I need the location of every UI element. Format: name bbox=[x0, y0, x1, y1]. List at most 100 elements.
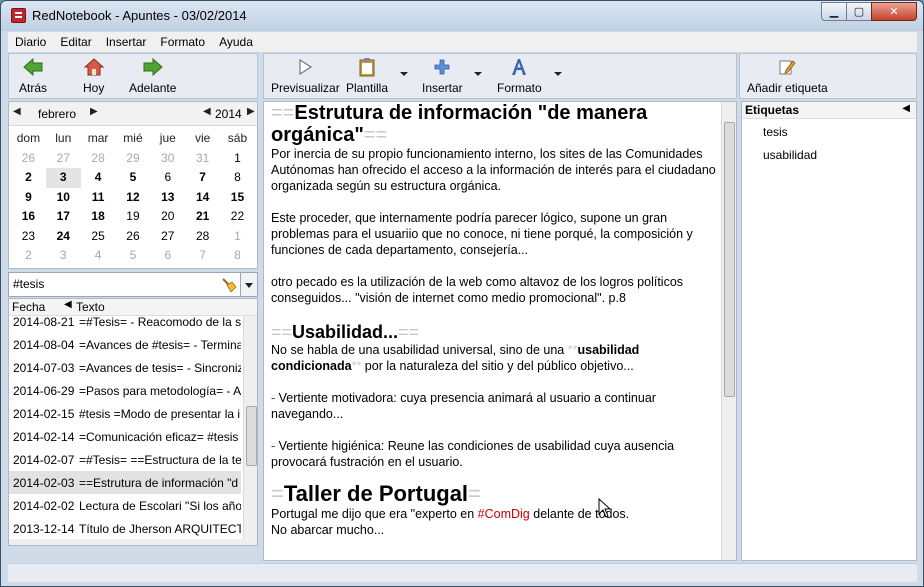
minimize-button[interactable]: ▁ bbox=[821, 2, 847, 21]
back-button[interactable]: Atrás bbox=[19, 56, 47, 95]
menu-formato[interactable]: Formato bbox=[153, 35, 212, 49]
calendar-day[interactable]: 9 bbox=[11, 188, 46, 208]
result-text: Título de Jherson ARQUITECTU bbox=[79, 521, 241, 536]
calendar-day[interactable]: 28 bbox=[185, 227, 220, 247]
results-hscrollbar[interactable] bbox=[9, 539, 257, 545]
result-row[interactable]: 2014-08-04 =Avances de #tesis= - Termina bbox=[9, 333, 241, 356]
paragraph-3: otro pecado es la utilización de la web … bbox=[271, 275, 684, 305]
result-row[interactable]: 2014-07-03 =Avances de tesis= - Sincroniz bbox=[9, 356, 241, 379]
tags-panel: Etiquetas ◀ tesis usabilidad bbox=[741, 101, 917, 561]
calendar-day[interactable]: 2 bbox=[11, 246, 46, 266]
calendar-day[interactable]: 6 bbox=[150, 246, 185, 266]
calendar-day[interactable]: 7 bbox=[185, 168, 220, 188]
tag-item[interactable]: usabilidad bbox=[763, 148, 817, 162]
editor-content[interactable]: ==Estrutura de información "de manera or… bbox=[271, 102, 716, 538]
prev-month-icon[interactable]: ◀ bbox=[13, 106, 21, 117]
calendar-day[interactable]: 3 bbox=[45, 168, 81, 188]
calendar-day[interactable]: 4 bbox=[81, 246, 116, 266]
result-row[interactable]: 2014-02-03 ==Estrutura de información "d bbox=[9, 471, 241, 494]
result-row[interactable]: 2014-02-02 Lectura de Escolari "Si los añ… bbox=[9, 494, 241, 517]
results-scrollbar[interactable] bbox=[243, 316, 257, 541]
tag-item[interactable]: tesis bbox=[763, 125, 788, 139]
mouse-cursor-icon bbox=[598, 498, 612, 518]
calendar-day[interactable]: 25 bbox=[81, 227, 116, 247]
insert-button[interactable]: Insertar bbox=[422, 56, 463, 95]
broom-clear-icon[interactable] bbox=[221, 277, 237, 293]
calendar-day[interactable]: 26 bbox=[11, 149, 46, 169]
editor-scroll-thumb[interactable] bbox=[724, 122, 735, 397]
search-input[interactable] bbox=[13, 277, 213, 291]
close-button[interactable]: ✕ bbox=[871, 2, 917, 21]
calendar-day[interactable]: 19 bbox=[116, 207, 151, 227]
result-row[interactable]: 2014-02-14 =Comunicación eficaz= #tesis bbox=[9, 425, 241, 448]
calendar-day[interactable]: 16 bbox=[11, 207, 46, 227]
calendar-day[interactable]: 29 bbox=[116, 149, 151, 169]
calendar-day[interactable]: 1 bbox=[220, 227, 255, 247]
calendar-day[interactable]: 30 bbox=[150, 149, 185, 169]
format-button[interactable]: Formato bbox=[497, 56, 542, 95]
calendar-day[interactable]: 10 bbox=[46, 188, 81, 208]
next-month-icon[interactable]: ▶ bbox=[90, 106, 98, 117]
calendar-day[interactable]: 1 bbox=[220, 149, 255, 169]
calendar-day[interactable]: 7 bbox=[185, 246, 220, 266]
result-row[interactable]: 2014-06-29 =Pasos para metodología= - A bbox=[9, 379, 241, 402]
calendar-day[interactable]: 5 bbox=[116, 168, 151, 188]
calendar-day[interactable]: 3 bbox=[46, 246, 81, 266]
calendar-day[interactable]: 12 bbox=[116, 188, 151, 208]
clipboard-icon bbox=[359, 56, 375, 78]
insert-dropdown-arrow[interactable] bbox=[474, 72, 482, 76]
calendar-day[interactable]: 22 bbox=[220, 207, 255, 227]
title-bar[interactable]: RedNotebook - Apuntes - 03/02/2014 ▁ ▢ ✕ bbox=[1, 1, 923, 31]
column-text[interactable]: Texto bbox=[76, 300, 105, 314]
calendar-day[interactable]: 4 bbox=[81, 168, 116, 188]
calendar-day[interactable]: 18 bbox=[81, 207, 116, 227]
calendar-day[interactable]: 23 bbox=[11, 227, 46, 247]
calendar-day[interactable]: 27 bbox=[46, 149, 81, 169]
calendar-day[interactable]: 26 bbox=[116, 227, 151, 247]
menu-editar[interactable]: Editar bbox=[53, 35, 98, 49]
prev-year-icon[interactable]: ◀ bbox=[203, 106, 211, 117]
calendar-day[interactable]: 2 bbox=[11, 168, 46, 188]
calendar-day[interactable]: 31 bbox=[185, 149, 220, 169]
result-row[interactable]: 2013-12-14 Título de Jherson ARQUITECTU bbox=[9, 517, 241, 540]
menu-ayuda[interactable]: Ayuda bbox=[212, 35, 260, 49]
forward-button[interactable]: Adelante bbox=[129, 56, 176, 95]
results-scroll-thumb[interactable] bbox=[246, 406, 257, 466]
calendar-day[interactable]: 21 bbox=[185, 207, 220, 227]
column-date[interactable]: Fecha bbox=[12, 300, 45, 314]
calendar-day[interactable]: 17 bbox=[46, 207, 81, 227]
result-text: =Avances de #tesis= - Termina bbox=[79, 337, 241, 352]
today-button[interactable]: Hoy bbox=[83, 56, 104, 95]
format-dropdown-arrow[interactable] bbox=[554, 72, 562, 76]
font-format-icon bbox=[510, 56, 528, 78]
calendar-day[interactable]: 8 bbox=[220, 246, 255, 266]
paragraph-8: No abarcar mucho... bbox=[271, 523, 385, 537]
next-year-icon[interactable]: ▶ bbox=[247, 106, 255, 117]
editor[interactable]: ==Estrutura de información "de manera or… bbox=[263, 101, 737, 561]
add-tag-button[interactable]: Añadir etiqueta bbox=[747, 56, 828, 95]
calendar-day[interactable]: 13 bbox=[150, 188, 185, 208]
calendar-day[interactable]: 24 bbox=[46, 227, 81, 247]
template-button[interactable]: Plantilla bbox=[346, 56, 388, 95]
tags-header[interactable]: Etiquetas ◀ bbox=[742, 102, 916, 119]
editor-scrollbar[interactable] bbox=[721, 102, 736, 560]
calendar-day[interactable]: 20 bbox=[150, 207, 185, 227]
menu-diario[interactable]: Diario bbox=[8, 35, 53, 49]
paragraph-2: Este proceder, que internamente podría p… bbox=[271, 211, 693, 257]
collapse-arrow-icon[interactable]: ◀ bbox=[902, 103, 910, 114]
menu-insertar[interactable]: Insertar bbox=[99, 35, 154, 49]
calendar-day[interactable]: 15 bbox=[220, 188, 255, 208]
preview-button[interactable]: Previsualizar bbox=[271, 56, 340, 95]
search-dropdown-button[interactable] bbox=[240, 273, 257, 296]
calendar-day[interactable]: 6 bbox=[150, 168, 185, 188]
maximize-button[interactable]: ▢ bbox=[846, 2, 872, 21]
calendar-day[interactable]: 11 bbox=[81, 188, 116, 208]
result-row[interactable]: 2014-02-07 =#Tesis= ==Estructura de la te bbox=[9, 448, 241, 471]
template-dropdown-arrow[interactable] bbox=[400, 72, 408, 76]
result-row[interactable]: 2014-02-15 #tesis =Modo de presentar la i… bbox=[9, 402, 241, 425]
calendar-day[interactable]: 5 bbox=[116, 246, 151, 266]
calendar-day[interactable]: 8 bbox=[220, 168, 255, 188]
calendar-day[interactable]: 27 bbox=[150, 227, 185, 247]
calendar-day[interactable]: 28 bbox=[81, 149, 116, 169]
calendar-day[interactable]: 14 bbox=[185, 188, 220, 208]
